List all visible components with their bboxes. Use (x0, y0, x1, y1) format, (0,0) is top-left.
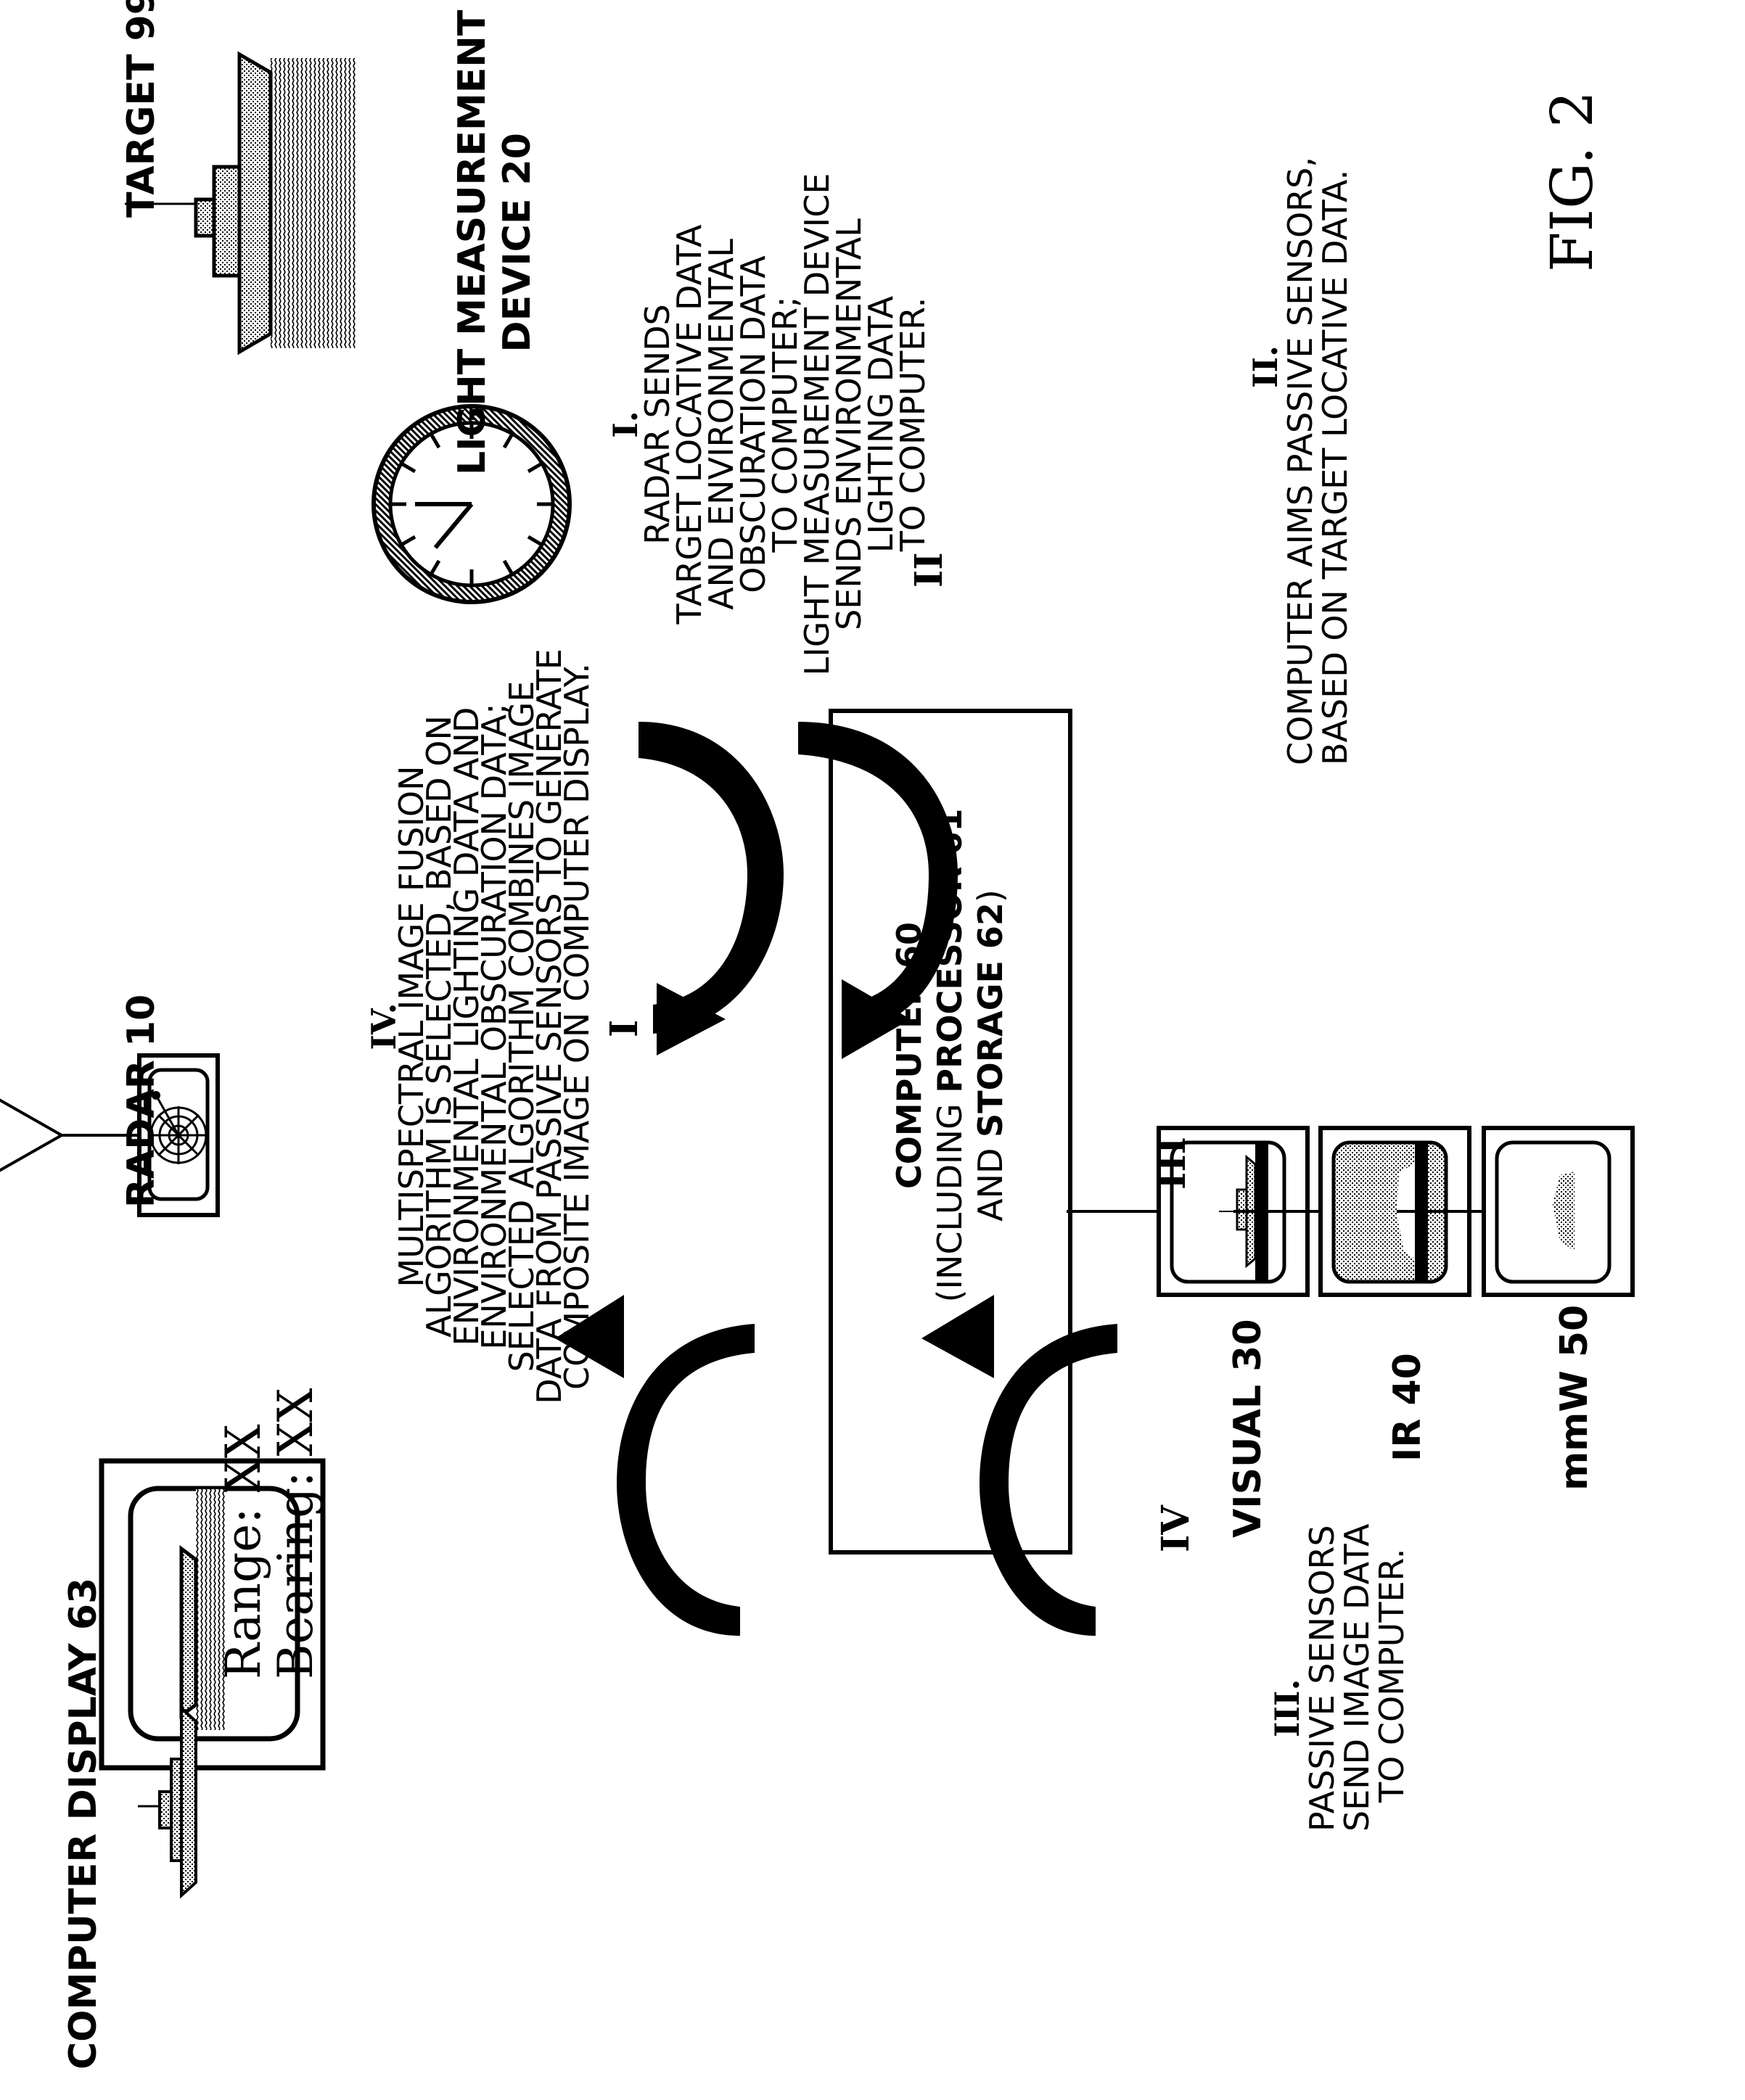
sensor-ir-label: IR 40 (1386, 1353, 1429, 1462)
radar-antenna-cone (0, 1096, 65, 1174)
step-i-text: I. RADAR SENDS TARGET LOCATIVE DATA AND … (606, 173, 932, 676)
light-label-line1: LIGHT MEASUREMENT (451, 9, 494, 475)
sensor-visual-label: VISUAL 30 (1226, 1319, 1270, 1538)
radar-label: RADAR 10 (120, 994, 163, 1208)
light-measurement-label: LIGHT MEASUREMENT DEVICE 20 (450, 10, 540, 475)
figure-canvas: COMPUTER DISPLAY 63 Range: XX Bearing: X… (0, 0, 1745, 2100)
light-label-line2: DEVICE 20 (496, 133, 539, 353)
computer-title: COMPUTER 60 (890, 922, 929, 1189)
range-value: XX (215, 1424, 271, 1493)
step-ii-text: II. COMPUTER AIMS PASSIVE SENSORS, BASED… (1246, 157, 1355, 765)
target-water (271, 58, 356, 348)
bearing-label: Bearing: (268, 1471, 324, 1679)
ship-icon (179, 1545, 198, 1719)
target-label: TARGET 99 (120, 0, 163, 218)
computer-display-label: COMPUTER DISPLAY 63 (62, 1577, 105, 2070)
storage-label: STORAGE 62 (971, 902, 1010, 1137)
computer-label: COMPUTER 60 (INCLUDING PROCESSOR 61 AND … (889, 729, 1011, 1382)
arrow-step-i (639, 722, 784, 1055)
processor-label: PROCESSOR 61 (930, 808, 969, 1093)
step-iv-numeral: IV (1154, 1505, 1198, 1552)
display-readout: Range: XX Bearing: XX (215, 1388, 324, 1679)
step-ii-numeral: II (907, 552, 951, 588)
bearing-value: XX (268, 1388, 324, 1457)
step-iii-numeral: III (1150, 1137, 1194, 1190)
sensor-mmw-label: mmW 50 (1553, 1304, 1596, 1491)
figure-label: FIG. 2 (1538, 91, 1606, 272)
range-label: Range: (215, 1507, 271, 1679)
step-i-numeral: I (602, 1019, 646, 1037)
step-iv-text: IV. MULTISPECTRAL IMAGE FUSION ALGORITHM… (364, 648, 596, 1404)
step-iii-text: III. PASSIVE SENSORS SEND IMAGE DATA TO … (1268, 1523, 1411, 1832)
